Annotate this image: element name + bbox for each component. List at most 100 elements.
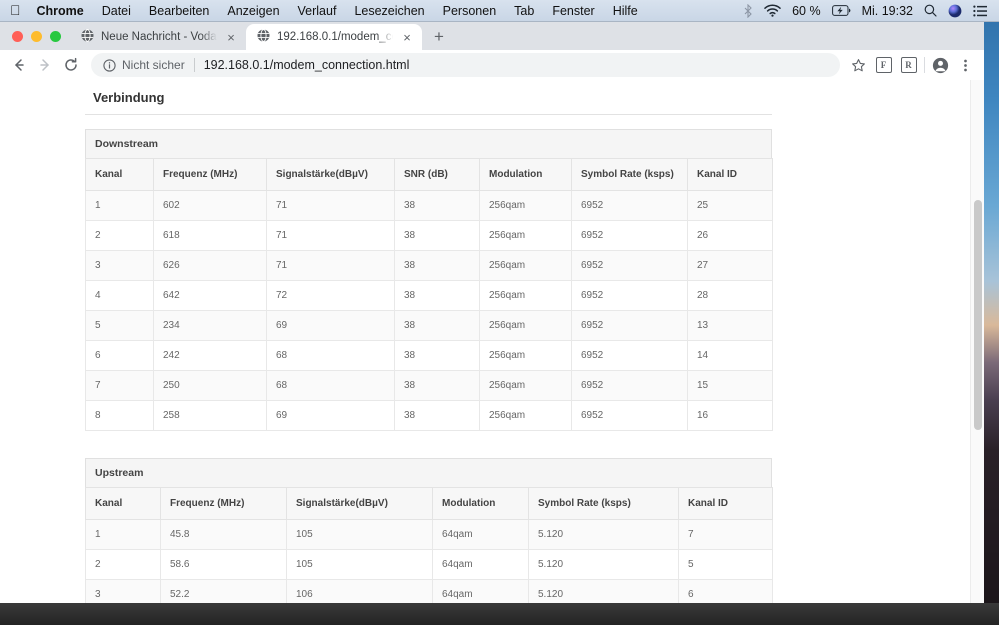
- table-row: 1 602 71 38 256qam 6952 25: [85, 190, 773, 221]
- back-button[interactable]: [6, 52, 32, 78]
- extension-icon-2[interactable]: R: [896, 53, 921, 78]
- cell-kanal: 4: [85, 280, 154, 311]
- battery-charging-icon[interactable]: [831, 5, 851, 16]
- wifi-icon[interactable]: [764, 4, 781, 17]
- menubar-clock[interactable]: Mi. 19:32: [862, 4, 913, 18]
- account-avatar-icon[interactable]: [928, 53, 953, 78]
- cell-frequenz: 626: [153, 250, 267, 281]
- cell-modulation: 256qam: [479, 370, 572, 401]
- extension-icon-1[interactable]: F: [871, 53, 896, 78]
- cell-signalstaerke: 105: [286, 519, 433, 550]
- downstream-table: Kanal Frequenz (MHz) Signalstärke(dBµV) …: [85, 158, 773, 431]
- cell-modulation: 256qam: [479, 340, 572, 371]
- address-bar[interactable]: Nicht sicher 192.168.0.1/modem_connectio…: [91, 53, 840, 77]
- downstream-table-head: Kanal Frequenz (MHz) Signalstärke(dBµV) …: [85, 158, 773, 191]
- menu-item-chrome[interactable]: Chrome: [35, 0, 93, 22]
- cell-kanalid: 5: [678, 549, 773, 580]
- table-row: 8 258 69 38 256qam 6952 16: [85, 400, 773, 431]
- menu-item-hilfe[interactable]: Hilfe: [604, 0, 647, 22]
- downstream-col-snr: SNR (dB): [394, 158, 480, 191]
- cell-snr: 38: [394, 400, 480, 431]
- globe-icon: [257, 29, 270, 45]
- cell-symbolrate: 6952: [571, 250, 688, 281]
- forward-button[interactable]: [32, 52, 58, 78]
- cell-symbolrate: 6952: [571, 190, 688, 221]
- cell-snr: 38: [394, 310, 480, 341]
- cell-kanal: 3: [85, 250, 154, 281]
- page-scrollbar[interactable]: [970, 80, 984, 625]
- cell-kanalid: 14: [687, 340, 773, 371]
- upstream-col-signalstaerke: Signalstärke(dBµV): [286, 487, 433, 520]
- toolbar-divider: [924, 57, 925, 73]
- menu-item-lesezeichen[interactable]: Lesezeichen: [345, 0, 433, 22]
- cell-frequenz: 642: [153, 280, 267, 311]
- table-row: 2 58.6 105 64qam 5.120 5: [85, 549, 773, 580]
- cell-kanal: 7: [85, 370, 154, 401]
- cell-modulation: 64qam: [432, 519, 529, 550]
- browser-tab-2[interactable]: 192.168.0.1/modem_connectio ×: [246, 24, 422, 50]
- cell-frequenz: 602: [153, 190, 267, 221]
- window-close-button[interactable]: [12, 30, 23, 42]
- page-scrollbar-thumb[interactable]: [974, 200, 982, 430]
- cell-frequenz: 45.8: [160, 519, 287, 550]
- cell-kanalid: 25: [687, 190, 773, 221]
- tab-close-button-2[interactable]: ×: [400, 31, 414, 44]
- bluetooth-icon[interactable]: [744, 3, 753, 18]
- table-row: 3 626 71 38 256qam 6952 27: [85, 250, 773, 281]
- star-icon[interactable]: [846, 53, 871, 78]
- downstream-section-label: Downstream: [85, 129, 772, 158]
- upstream-col-kanal: Kanal: [85, 487, 161, 520]
- apple-menu-icon[interactable]: : [10, 3, 21, 17]
- globe-icon: [81, 29, 94, 45]
- cell-snr: 38: [394, 250, 480, 281]
- cell-modulation: 256qam: [479, 280, 572, 311]
- info-circle-icon[interactable]: [103, 58, 116, 72]
- cell-kanal: 1: [85, 519, 161, 550]
- downstream-col-kanalid: Kanal ID: [687, 158, 773, 191]
- cell-frequenz: 234: [153, 310, 267, 341]
- menu-item-personen[interactable]: Personen: [434, 0, 506, 22]
- browser-tab-1[interactable]: Neue Nachricht - Vodafone Ca ×: [70, 24, 246, 50]
- tab-strip: Neue Nachricht - Vodafone Ca × 192.168.0…: [0, 22, 984, 50]
- cell-snr: 38: [394, 220, 480, 251]
- cell-symbolrate: 6952: [571, 280, 688, 311]
- cell-kanalid: 27: [687, 250, 773, 281]
- cell-snr: 38: [394, 340, 480, 371]
- cell-signalstaerke: 72: [266, 280, 395, 311]
- modem-connection-page: Verbindung Downstream Kanal Frequenz (MH…: [0, 80, 970, 625]
- cell-snr: 38: [394, 280, 480, 311]
- cell-kanalid: 7: [678, 519, 773, 550]
- cell-kanal: 2: [85, 220, 154, 251]
- menu-item-tab[interactable]: Tab: [505, 0, 543, 22]
- new-tab-button[interactable]: +: [426, 24, 452, 50]
- cell-signalstaerke: 71: [266, 190, 395, 221]
- tab-title-2: 192.168.0.1/modem_connectio: [277, 31, 393, 43]
- downstream-col-modulation: Modulation: [479, 158, 572, 191]
- notification-center-icon[interactable]: [973, 5, 987, 17]
- upstream-col-modulation: Modulation: [432, 487, 529, 520]
- cell-kanalid: 26: [687, 220, 773, 251]
- window-minimize-button[interactable]: [31, 30, 42, 42]
- cell-signalstaerke: 68: [266, 340, 395, 371]
- menu-item-verlauf[interactable]: Verlauf: [289, 0, 346, 22]
- chrome-browser-window: Neue Nachricht - Vodafone Ca × 192.168.0…: [0, 22, 984, 625]
- downstream-header-row: Kanal Frequenz (MHz) Signalstärke(dBµV) …: [85, 158, 773, 191]
- table-row: 2 618 71 38 256qam 6952 26: [85, 220, 773, 251]
- search-icon[interactable]: [924, 4, 937, 17]
- cell-kanal: 6: [85, 340, 154, 371]
- security-status-label: Nicht sicher: [122, 58, 185, 72]
- cell-modulation: 256qam: [479, 220, 572, 251]
- tab-title-1: Neue Nachricht - Vodafone Ca: [101, 31, 217, 43]
- menu-item-bearbeiten[interactable]: Bearbeiten: [140, 0, 218, 22]
- tab-close-button-1[interactable]: ×: [224, 31, 238, 44]
- upstream-header-row: Kanal Frequenz (MHz) Signalstärke(dBµV) …: [85, 487, 773, 520]
- menu-item-anzeigen[interactable]: Anzeigen: [218, 0, 288, 22]
- three-dot-menu-icon[interactable]: [953, 53, 978, 78]
- reload-button[interactable]: [58, 52, 84, 78]
- window-zoom-button[interactable]: [50, 30, 61, 42]
- upstream-panel: Upstream Kanal Frequenz (MHz) Signalstär…: [85, 458, 773, 625]
- siri-icon[interactable]: [948, 4, 962, 18]
- menu-item-datei[interactable]: Datei: [93, 0, 140, 22]
- page-viewport: Verbindung Downstream Kanal Frequenz (MH…: [0, 80, 984, 625]
- menu-item-fenster[interactable]: Fenster: [543, 0, 603, 22]
